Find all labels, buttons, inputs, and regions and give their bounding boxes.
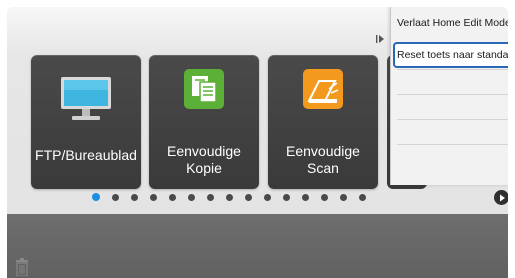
tile-simple-scan[interactable]: Eenvoudige Scan bbox=[268, 55, 378, 189]
tile-label: Eenvoudige Kopie bbox=[167, 143, 241, 176]
page-dot[interactable] bbox=[302, 193, 309, 201]
menu-divider bbox=[397, 119, 508, 120]
page-dot[interactable] bbox=[340, 193, 347, 201]
page-dot[interactable] bbox=[169, 193, 176, 201]
page-dot[interactable] bbox=[226, 193, 233, 201]
tile-label: FTP/Bureaublad bbox=[35, 147, 137, 163]
tile-label: Eenvoudige Scan bbox=[286, 143, 360, 176]
page-dot[interactable] bbox=[131, 193, 138, 201]
page-dot[interactable] bbox=[188, 193, 195, 201]
home-screen: FTP/Bureaublad Eenvoudige Kopie Eenvoudi… bbox=[7, 7, 508, 278]
menu-item-reset-keys[interactable]: Reset toets naar standaard bbox=[393, 42, 508, 68]
side-menu: Verlaat Home Edit Mode Reset toets naar … bbox=[390, 7, 508, 185]
tile-ftp-desktop[interactable]: FTP/Bureaublad bbox=[31, 55, 141, 189]
menu-divider bbox=[397, 144, 508, 145]
collapse-menu-icon bbox=[376, 35, 384, 43]
page-dot[interactable] bbox=[321, 193, 328, 201]
scan-icon bbox=[303, 69, 343, 109]
page-dot[interactable] bbox=[283, 193, 290, 201]
page-dot[interactable] bbox=[245, 193, 252, 201]
page-indicator bbox=[92, 189, 378, 205]
page-dot[interactable] bbox=[264, 193, 271, 201]
menu-item-exit-home-edit[interactable]: Verlaat Home Edit Mode bbox=[397, 11, 508, 35]
monitor-icon bbox=[61, 77, 111, 120]
next-page-button[interactable] bbox=[494, 190, 508, 205]
copy-icon bbox=[184, 69, 224, 109]
page-dot-active[interactable] bbox=[92, 193, 100, 201]
menu-divider bbox=[397, 94, 508, 95]
bottom-bar bbox=[7, 214, 508, 278]
page-dot[interactable] bbox=[359, 193, 366, 201]
trash-icon[interactable] bbox=[15, 258, 29, 276]
page-dot[interactable] bbox=[150, 193, 157, 201]
page-dot[interactable] bbox=[112, 193, 119, 201]
side-menu-toggle[interactable] bbox=[370, 24, 390, 54]
chevron-right-icon bbox=[499, 194, 505, 201]
tile-simple-copy[interactable]: Eenvoudige Kopie bbox=[149, 55, 259, 189]
page-dot[interactable] bbox=[207, 193, 214, 201]
menu-divider bbox=[397, 69, 508, 70]
